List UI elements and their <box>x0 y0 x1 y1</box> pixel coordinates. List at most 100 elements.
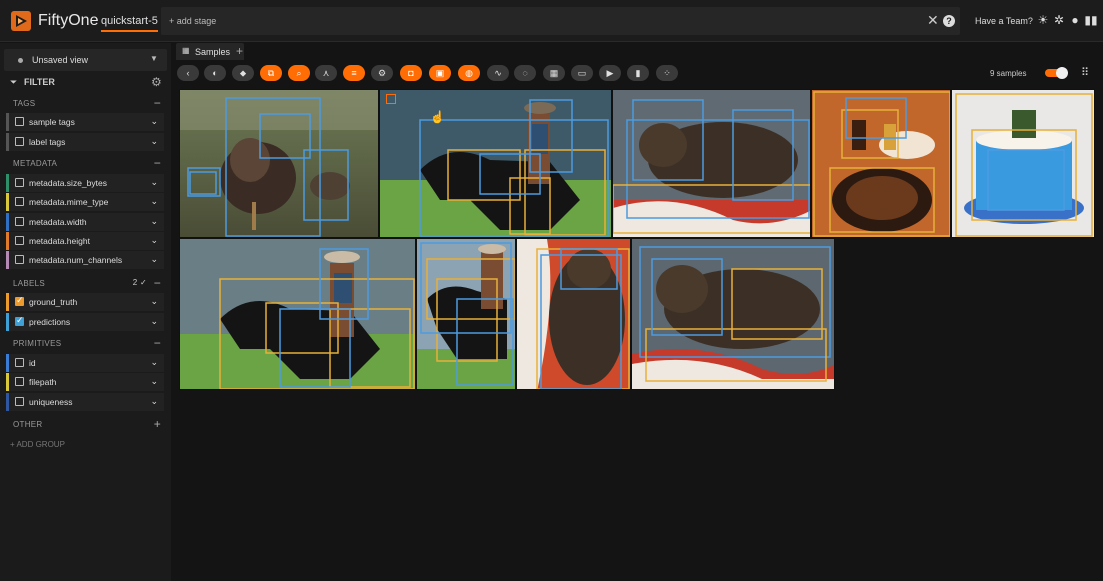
collapse-icon[interactable]: − <box>154 276 161 290</box>
back-button[interactable]: ‹ <box>177 65 199 81</box>
grid-icon: ▦ <box>182 46 190 55</box>
chevron-down-icon[interactable]: ⌄ <box>150 357 158 368</box>
patches-icon[interactable]: ⧉ <box>260 65 282 81</box>
github-icon[interactable]: ● <box>1068 13 1082 27</box>
bar-chart-icon[interactable]: ▮ <box>627 65 649 81</box>
group-tags[interactable]: TAGS − <box>4 95 167 111</box>
checkbox[interactable] <box>15 197 24 206</box>
chevron-down-icon[interactable]: ⌄ <box>150 196 158 207</box>
sample-tile-cat[interactable] <box>612 89 811 238</box>
pointer-cursor-icon: ☝ <box>430 110 445 124</box>
group-title: PRIMITIVES <box>13 339 62 348</box>
sample-image <box>632 239 834 389</box>
fiftyone-logo-icon[interactable] <box>10 10 32 32</box>
sample-tile-cowboy-2[interactable] <box>179 238 416 390</box>
checkbox[interactable] <box>15 358 24 367</box>
filter-item-filepath[interactable]: filepath ⌄ <box>6 373 164 391</box>
filter-item-sample-tags[interactable]: sample tags ⌄ <box>6 113 164 131</box>
saved-view-select[interactable]: Unsaved view ▼ <box>4 49 167 71</box>
merge-icon[interactable]: ⋏ <box>315 65 337 81</box>
video-icon[interactable]: ▶ <box>599 65 621 81</box>
palette-icon[interactable]: ◐ <box>204 65 226 81</box>
checkbox[interactable] <box>15 315 24 326</box>
add-tab-button[interactable]: + <box>236 44 243 58</box>
monitor-icon[interactable]: ▭ <box>571 65 593 81</box>
filter-item-height[interactable]: metadata.height ⌄ <box>6 232 164 250</box>
chevron-down-icon[interactable]: ⌄ <box>150 235 158 246</box>
chevron-down-icon[interactable]: ⌄ <box>150 177 158 188</box>
sample-tile-cat-2[interactable] <box>631 238 835 390</box>
filter-item-num-channels[interactable]: metadata.num_channels ⌄ <box>6 251 164 269</box>
chevron-down-icon[interactable]: ⌄ <box>150 254 158 265</box>
collapse-icon[interactable]: − <box>154 336 161 350</box>
curve-icon[interactable]: ∿ <box>487 65 509 81</box>
chevron-down-icon[interactable]: ⌄ <box>150 216 158 227</box>
filter-item-ground-truth[interactable]: ground_truth ⌄ <box>6 293 164 311</box>
view-stage-bar[interactable]: + add stage ✕ ? <box>161 7 960 35</box>
chevron-down-icon[interactable]: ⌄ <box>150 116 158 127</box>
sample-tile-food[interactable] <box>811 89 951 238</box>
bag-icon[interactable]: ◘ <box>400 65 422 81</box>
select-checkbox[interactable] <box>386 94 396 104</box>
checkbox[interactable] <box>15 137 24 146</box>
group-metadata[interactable]: METADATA − <box>4 155 167 171</box>
top-bar: FiftyOne quickstart-5 + add stage ✕ ? Ha… <box>0 0 1103 42</box>
filter-item-uniqueness[interactable]: uniqueness ⌄ <box>6 393 164 411</box>
sample-tile-cowboy[interactable]: ☝ <box>379 89 612 238</box>
chevron-down-icon[interactable]: ⌄ <box>150 376 158 387</box>
close-icon[interactable]: ✕ <box>927 12 939 29</box>
checkbox[interactable] <box>15 377 24 386</box>
expand-icon[interactable]: + <box>154 417 161 431</box>
spinner-icon[interactable]: ◌ <box>514 65 536 81</box>
have-a-team-link[interactable]: Have a Team? <box>975 16 1033 26</box>
add-stage-input[interactable]: + add stage <box>169 16 216 26</box>
dataset-name[interactable]: quickstart-5 <box>101 15 158 32</box>
sample-tile-cowboy-crop[interactable] <box>416 238 516 390</box>
globe-icon[interactable]: ◍ <box>458 65 480 81</box>
collapse-icon[interactable]: − <box>154 96 161 110</box>
checkbox[interactable] <box>15 217 24 226</box>
checkbox[interactable] <box>15 236 24 245</box>
slack-icon[interactable]: ✲ <box>1052 13 1066 27</box>
filter-item-id[interactable]: id ⌄ <box>6 354 164 372</box>
checkbox[interactable] <box>15 117 24 126</box>
chevron-down-icon[interactable]: ⌄ <box>150 136 158 147</box>
filter-item-mime-type[interactable]: metadata.mime_type ⌄ <box>6 193 164 211</box>
checkbox[interactable] <box>15 255 24 264</box>
checkbox[interactable] <box>15 178 24 187</box>
sample-tile-turkey[interactable] <box>179 89 379 238</box>
search-icon[interactable]: ⌕ <box>288 65 310 81</box>
save-icon[interactable]: ▣ <box>429 65 451 81</box>
help-icon[interactable]: ? <box>943 15 955 27</box>
filter-item-label-tags[interactable]: label tags ⌄ <box>6 133 164 151</box>
label-toggle[interactable] <box>1045 67 1068 79</box>
scatter-icon[interactable]: ⁘ <box>656 65 678 81</box>
gear-icon[interactable]: ⚙ <box>151 75 162 89</box>
add-group-button[interactable]: + ADD GROUP <box>10 440 65 449</box>
gear-icon[interactable]: ⚙ <box>371 65 393 81</box>
checkbox[interactable] <box>15 295 24 306</box>
tab-samples[interactable]: ▦ Samples <box>176 43 244 60</box>
tag-icon[interactable]: ⬥ <box>232 65 254 81</box>
filter-item-width[interactable]: metadata.width ⌄ <box>6 213 164 231</box>
checkbox[interactable] <box>15 397 24 406</box>
sun-icon[interactable]: ☀ <box>1036 13 1050 27</box>
filter-item-size-bytes[interactable]: metadata.size_bytes ⌄ <box>6 174 164 192</box>
chevron-down-icon[interactable]: ⌄ <box>150 396 158 407</box>
chevron-down-icon[interactable]: ⌄ <box>150 296 158 307</box>
tab-bar: ▦ Samples + <box>172 43 1103 60</box>
sample-tile-cake[interactable] <box>951 89 1095 238</box>
grid-size-icon[interactable]: ⠿ <box>1081 66 1089 79</box>
group-primitives[interactable]: PRIMITIVES − <box>4 335 167 351</box>
list-icon[interactable]: ≡ <box>343 65 365 81</box>
docs-icon[interactable]: ▮▮ <box>1084 13 1098 27</box>
chevron-down-icon[interactable]: ⌄ <box>150 316 158 327</box>
table-icon[interactable]: ▦ <box>543 65 565 81</box>
chevron-down-icon[interactable]: ▼ <box>150 54 158 63</box>
collapse-icon[interactable]: − <box>154 156 161 170</box>
filter-item-predictions[interactable]: predictions ⌄ <box>6 313 164 331</box>
group-labels[interactable]: LABELS 2 ✓ − <box>4 275 167 291</box>
app-brand[interactable]: FiftyOne <box>38 12 98 30</box>
group-other[interactable]: OTHER + <box>4 416 167 432</box>
sample-tile-cat-vertical[interactable] <box>516 238 631 390</box>
